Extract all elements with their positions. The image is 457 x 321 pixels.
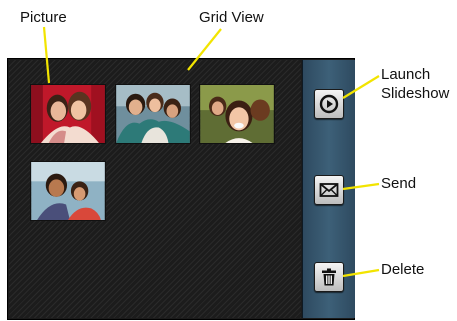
thumbnail-family-group[interactable] — [115, 84, 191, 144]
trash-icon — [322, 268, 336, 286]
delete-button[interactable] — [314, 262, 344, 292]
launch-callout-line2: Slideshow — [381, 85, 450, 102]
two-girls-hugging-photo — [31, 85, 105, 143]
thumbnail-father-child[interactable] — [30, 161, 106, 221]
laughing-girl-photo — [200, 85, 274, 143]
thumbnail-two-girls[interactable] — [30, 84, 106, 144]
action-sidebar — [302, 60, 355, 318]
play-circle-icon — [319, 94, 339, 114]
device-screen — [7, 58, 355, 320]
picture-callout: Picture — [20, 9, 67, 26]
launch-callout-line1: Launch — [381, 66, 431, 83]
father-and-child-photo — [31, 162, 105, 220]
envelope-icon — [319, 183, 339, 197]
grid-view-callout: Grid View — [199, 9, 264, 26]
thumbnail-laughing-girl[interactable] — [199, 84, 275, 144]
launch-slideshow-button[interactable] — [314, 89, 344, 119]
delete-callout: Delete — [381, 261, 425, 278]
send-callout: Send — [381, 175, 417, 192]
send-button[interactable] — [314, 175, 344, 205]
launch-slideshow-callout: Launch Slideshow — [381, 65, 449, 103]
grid-view-panel — [9, 60, 301, 318]
family-group-photo — [116, 85, 190, 143]
